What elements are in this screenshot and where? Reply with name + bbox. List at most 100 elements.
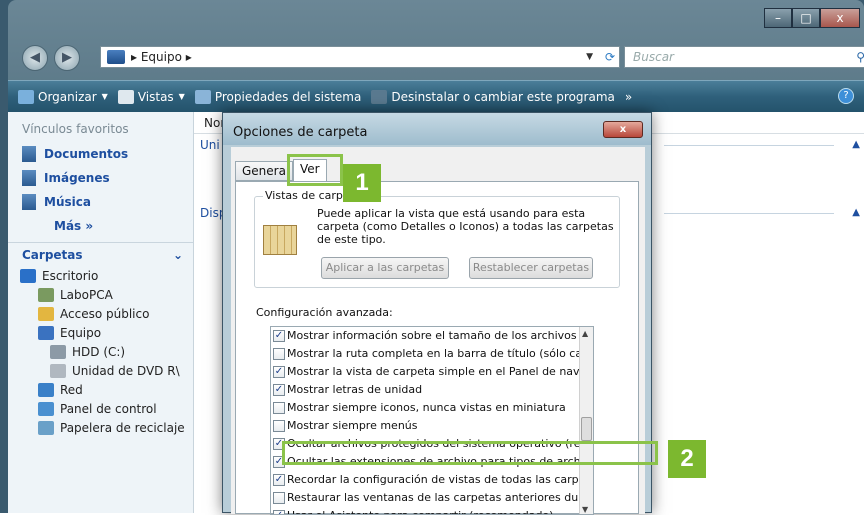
documents-icon [22,146,36,162]
checkbox[interactable] [273,348,285,360]
advanced-settings-list: ✓ Mostrar información sobre el tamaño de … [270,326,594,515]
folder-icon [38,287,54,302]
callout-highlight-hide-extensions [282,441,658,465]
tree-item[interactable]: Equipo [8,323,193,342]
tree-item[interactable]: Papelera de reciclaje [8,418,193,437]
folder-views-description: Puede aplicar la vista que está usando p… [317,207,614,246]
tree-item[interactable]: Acceso público [8,304,193,323]
option-row[interactable]: ✓ Recordar la configuración de vistas de … [271,471,593,489]
option-row[interactable]: Mostrar siempre iconos, nunca vistas en … [271,399,593,417]
checkbox[interactable] [273,402,285,414]
search-placeholder: Buscar [633,50,674,64]
tree-item[interactable]: Panel de control [8,399,193,418]
reset-folders-button[interactable]: Restablecer carpetas [469,257,593,279]
folder-icon [20,268,36,283]
caption-buttons: – □ x [764,8,860,28]
address-path: ▸ Equipo ▸ [131,50,192,64]
option-row[interactable]: ✓ Mostrar información sobre el tamaño de … [271,327,593,345]
tree-item[interactable]: Escritorio [8,266,193,285]
dialog-close-button[interactable]: x [603,121,643,138]
checkbox[interactable]: ✓ [273,366,285,378]
option-label: Mostrar siempre menús [287,419,418,432]
folder-icon [38,306,54,321]
checkbox[interactable] [273,492,285,504]
minimize-button[interactable]: – [764,8,792,28]
checkbox[interactable]: ✓ [273,474,285,486]
checkbox[interactable]: ✓ [273,384,285,396]
organize-button[interactable]: Organizar ▼ [18,89,108,104]
search-icon[interactable]: ⚲ [856,47,864,67]
back-button[interactable]: ◀ [22,45,48,71]
checkbox[interactable] [273,420,285,432]
option-label: Usar el Asistente para compartir (recome… [287,509,553,514]
uninstall-icon [371,89,388,104]
more-commands-button[interactable]: » [625,90,632,104]
forward-button[interactable]: ▶ [54,45,80,71]
option-label: Mostrar letras de unidad [287,383,423,396]
apply-to-folders-button[interactable]: Aplicar a las carpetas [321,257,449,279]
uninstall-button[interactable]: Desinstalar o cambiar este programa [371,89,615,104]
tree-item[interactable]: Red [8,380,193,399]
collapse-icon[interactable]: ▲ [852,134,860,156]
favorites-title: Vínculos favoritos [22,122,129,136]
maximize-button[interactable]: □ [792,8,820,28]
address-bar-row: ◀ ▶ ▸ Equipo ▸ ▼ ⟳ Buscar ⚲ [16,42,864,74]
tree-item-label: Red [60,382,83,397]
help-icon[interactable]: ? [838,88,854,104]
address-bar[interactable]: ▸ Equipo ▸ ▼ ⟳ [100,46,620,68]
dialog-title: Opciones de carpeta [223,113,651,145]
tree-item-label: Equipo [60,325,102,340]
search-input[interactable]: Buscar ⚲ [624,46,864,68]
music-icon [22,194,36,210]
views-button[interactable]: Vistas ▼ [117,89,185,104]
option-row[interactable]: ✓ Mostrar letras de unidad [271,381,593,399]
scrollbar[interactable]: ▲ ▼ [579,327,593,514]
dropdown-icon[interactable]: ▼ [586,47,593,67]
more-favorites-link[interactable]: Más » [8,214,193,238]
option-row[interactable]: Mostrar siempre menús [271,417,593,435]
tree-item[interactable]: HDD (C:) [8,342,193,361]
pictures-icon [22,170,36,186]
option-label: Restaurar las ventanas de las carpetas a… [287,491,593,504]
refresh-icon[interactable]: ⟳ [605,47,615,67]
computer-icon [107,50,125,64]
option-label: Mostrar información sobre el tamaño de l… [287,329,593,342]
tree-item-label: Acceso público [60,306,150,321]
favorite-pictures[interactable]: Imágenes [8,166,193,190]
folder-views-group: Vistas de carpeta Puede aplicar la vista… [254,189,620,288]
option-row[interactable]: ✓ Mostrar la vista de carpeta simple en e… [271,363,593,381]
close-button[interactable]: x [820,8,860,28]
system-properties-button[interactable]: Propiedades del sistema [194,89,361,104]
folder-icon [50,344,66,359]
tree-item-label: HDD (C:) [72,344,126,359]
tree-item-label: LaboPCA [60,287,113,302]
favorite-documents[interactable]: Documentos [8,142,193,166]
chevron-down-icon: ⌄ [172,247,183,262]
favorite-music[interactable]: Música [8,190,193,214]
collapse-icon[interactable]: ▲ [852,202,860,224]
tree-item-label: Panel de control [60,401,157,416]
tree-item-label: Papelera de reciclaje [60,420,185,435]
navigation-pane: Vínculos favoritos Documentos Imágenes M… [8,112,194,513]
folders-header[interactable]: Carpetas ⌄ [8,242,193,266]
tree-item[interactable]: LaboPCA [8,285,193,304]
option-row[interactable]: ✓Usar el Asistente para compartir (recom… [271,507,593,514]
views-icon [117,89,134,104]
option-label: Recordar la configuración de vistas de t… [287,473,593,486]
callout-badge-2: 2 [668,440,706,478]
checkbox[interactable]: ✓ [273,330,285,342]
option-label: Mostrar la vista de carpeta simple en el… [287,365,593,378]
folder-icon [38,420,54,435]
scroll-up-icon[interactable]: ▲ [582,329,588,338]
folder-tree: Escritorio LaboPCA Acceso público Equipo HDD… [8,266,193,437]
properties-icon [194,89,211,104]
option-row[interactable]: Mostrar la ruta completa en la barra de … [271,345,593,363]
organize-icon [18,89,34,104]
tree-item-label: Escritorio [42,268,99,283]
tree-item[interactable]: Unidad de DVD R\ [8,361,193,380]
tab-general[interactable]: Genera [235,161,293,181]
option-row[interactable]: Restaurar las ventanas de las carpetas a… [271,489,593,507]
scroll-thumb[interactable] [581,417,592,441]
callout-highlight-ver-tab [287,154,343,186]
tree-item-label: Unidad de DVD R\ [72,363,180,378]
